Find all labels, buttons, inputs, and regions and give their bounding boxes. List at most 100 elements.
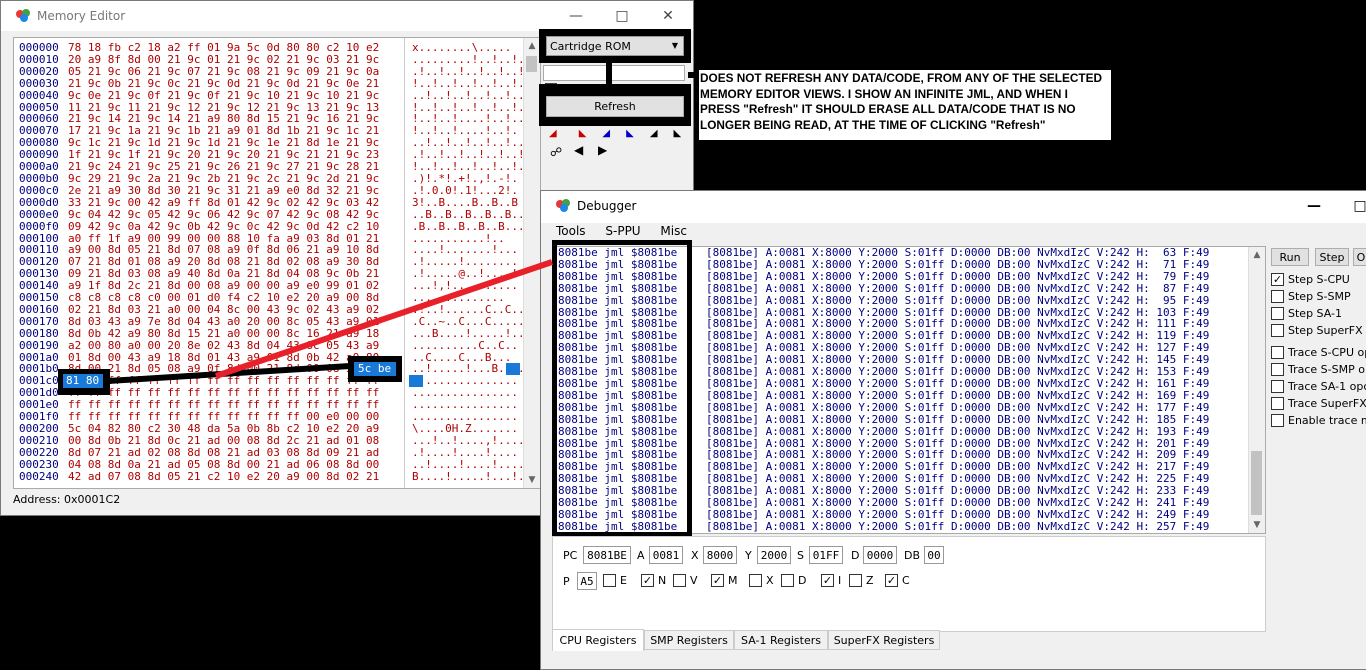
registers-panel: PC 8081BE A 0081 X 8000 Y 2000 S 01FF D … (552, 536, 1266, 632)
maximize-icon[interactable]: □ (599, 1, 645, 31)
hex-row: 33 21 9c 00 42 a9 ff 8d 01 42 9c 02 42 9… (68, 195, 380, 209)
tab-smp-registers[interactable]: SMP Registers (644, 630, 734, 650)
hex-address: 000190 (19, 338, 59, 352)
flag-label: M (728, 574, 738, 587)
checkbox[interactable] (749, 574, 762, 587)
hex-address: 0000e0 (19, 207, 59, 221)
reg-db-label: DB (904, 549, 921, 562)
checkbox[interactable] (673, 574, 686, 587)
memory-source-select[interactable]: Cartridge ROM ▼ (546, 36, 684, 56)
hex-scrollbar[interactable]: ▲ ▼ (523, 38, 540, 488)
hex-row: a2 00 80 a0 00 20 8e 02 43 8d 04 43 8c 0… (68, 338, 380, 352)
checkbox[interactable]: ✓ (641, 574, 654, 587)
checkbox[interactable] (849, 574, 862, 587)
checkbox[interactable] (1271, 363, 1284, 376)
flag-label: E (620, 574, 627, 587)
ascii-row: 3!..B....B..B..B (412, 195, 518, 209)
trace-line: [8081be] A:0081 X:8000 Y:2000 S:01ff D:0… (706, 388, 1210, 402)
menu-tools[interactable]: Tools (556, 224, 586, 238)
flag-label: I (838, 574, 842, 587)
ascii-row: .!....!....!.... (412, 445, 518, 459)
checkbox[interactable] (781, 574, 794, 587)
reg-db-field[interactable]: 00 (924, 546, 944, 564)
hex-address: 000240 (19, 469, 59, 483)
ascii-row: ..!..!..!..!..!.. (412, 88, 525, 102)
maximize-icon[interactable]: □ (1337, 191, 1366, 221)
flag-label: N (658, 574, 667, 587)
scroll-down-icon[interactable]: ▼ (1249, 517, 1265, 533)
annotation-frame-disassembly (552, 240, 692, 537)
refresh-button[interactable]: Refresh (546, 96, 684, 117)
run-button[interactable]: Run (1271, 248, 1309, 266)
hex-column[interactable]: 78 18 fb c2 18 a2 ff 01 9a 5c 0d 80 80 c… (68, 42, 379, 483)
checkbox[interactable] (1271, 290, 1284, 303)
checkbox[interactable] (1271, 397, 1284, 410)
reg-x-label: X (691, 549, 699, 562)
hex-view[interactable]: 000000 000010 000020 000030 000040 000050 0000… (13, 37, 541, 489)
scrollbar-thumb[interactable] (526, 56, 537, 72)
hex-row: 21 9c 0b 21 9c 0c 21 9c 0d 21 9c 0d 21 9… (68, 76, 380, 90)
checkbox[interactable]: ✓ (1271, 273, 1284, 286)
hex-row: 8d 07 21 ad 02 08 8d 08 21 ad 03 08 8d 0… (68, 445, 380, 459)
checkbox[interactable]: ✓ (885, 574, 898, 587)
selected-bytes-text: 5c be (358, 362, 392, 375)
scroll-down-icon[interactable]: ▼ (524, 472, 540, 488)
checkbox[interactable]: ✓ (821, 574, 834, 587)
checkbox-label: Trace S-CPU opc (1288, 346, 1366, 359)
address-status: Address: 0x0001C2 (13, 493, 121, 506)
checkbox[interactable]: ✓ (711, 574, 724, 587)
reg-d-field[interactable]: 0000 (863, 546, 897, 564)
hex-address: 000020 (19, 64, 59, 78)
reg-p-field[interactable]: A5 (577, 572, 597, 590)
tab-cpu-registers[interactable]: CPU Registers (552, 629, 644, 651)
annotation-connector (606, 62, 612, 84)
menu-misc[interactable]: Misc (660, 224, 687, 238)
offset-input[interactable] (543, 65, 685, 81)
ascii-row: !..!..!..!..!..!. (412, 76, 525, 90)
column-divider (404, 38, 405, 488)
ascii-column[interactable]: x........\..............!..!..!...!..!..… (412, 42, 538, 483)
reg-y-field[interactable]: 2000 (757, 546, 791, 564)
checkbox[interactable] (1271, 307, 1284, 320)
ascii-row: B....!.....!...!. (412, 469, 525, 483)
checkbox[interactable] (1271, 324, 1284, 337)
binoculars-icon[interactable]: ☍ (550, 145, 562, 159)
hex-address: 0000c0 (19, 183, 59, 197)
close-icon[interactable]: ✕ (645, 1, 691, 31)
memory-editor-titlebar[interactable]: Memory Editor — □ ✕ (1, 1, 693, 31)
trace-line: [8081be] A:0081 X:8000 Y:2000 S:01ff D:0… (706, 400, 1210, 414)
reg-x-field[interactable]: 8000 (703, 546, 737, 564)
hex-address: 000180 (19, 326, 59, 340)
prev-icon[interactable]: ◀ (574, 143, 583, 157)
checkbox-label: Step SA-1 (1288, 307, 1342, 320)
scroll-up-icon[interactable]: ▲ (524, 38, 540, 54)
checkbox[interactable] (603, 574, 616, 587)
trace-scrollbar[interactable]: ▲ ▼ (1248, 247, 1265, 533)
selected-bytes-8180[interactable]: 81 80 (63, 374, 103, 388)
next-icon[interactable]: ▶ (598, 143, 607, 157)
reg-pc-field[interactable]: 8081BE (583, 546, 631, 564)
tab-sa1-registers[interactable]: SA-1 Registers (734, 630, 828, 650)
hex-row: 8d 03 43 a9 7e 8d 04 43 a0 20 00 8c 05 4… (68, 314, 380, 328)
ascii-row: .C..~..C...C..... (412, 314, 525, 328)
trace-line: [8081be] A:0081 X:8000 Y:2000 S:01ff D:0… (706, 424, 1210, 438)
step-button[interactable]: Step (1315, 248, 1349, 266)
debugger-menubar: Tools S-PPU Misc (556, 224, 703, 238)
minimize-icon[interactable]: — (553, 1, 599, 31)
reg-a-field[interactable]: 0081 (649, 546, 683, 564)
trace-log-column: [8081be] A:0081 X:8000 Y:2000 S:01ff D:0… (706, 247, 1210, 533)
menu-s-ppu[interactable]: S-PPU (605, 224, 640, 238)
checkbox[interactable] (1271, 380, 1284, 393)
scroll-up-icon[interactable]: ▲ (1249, 247, 1265, 263)
other-button[interactable]: O (1353, 248, 1366, 266)
checkbox[interactable] (1271, 414, 1284, 427)
tab-superfx-registers[interactable]: SuperFX Registers (828, 630, 940, 650)
checkbox[interactable] (1271, 346, 1284, 359)
scrollbar-thumb[interactable] (1251, 451, 1262, 515)
debugger-titlebar[interactable]: Debugger — □ (541, 191, 1366, 223)
reg-y-label: Y (745, 549, 752, 562)
checkbox-label: Enable trace ma (1288, 414, 1366, 427)
selected-bytes-5cbe[interactable]: 5c be (354, 362, 396, 376)
reg-s-field[interactable]: 01FF (809, 546, 843, 564)
minimize-icon[interactable]: — (1291, 191, 1337, 221)
